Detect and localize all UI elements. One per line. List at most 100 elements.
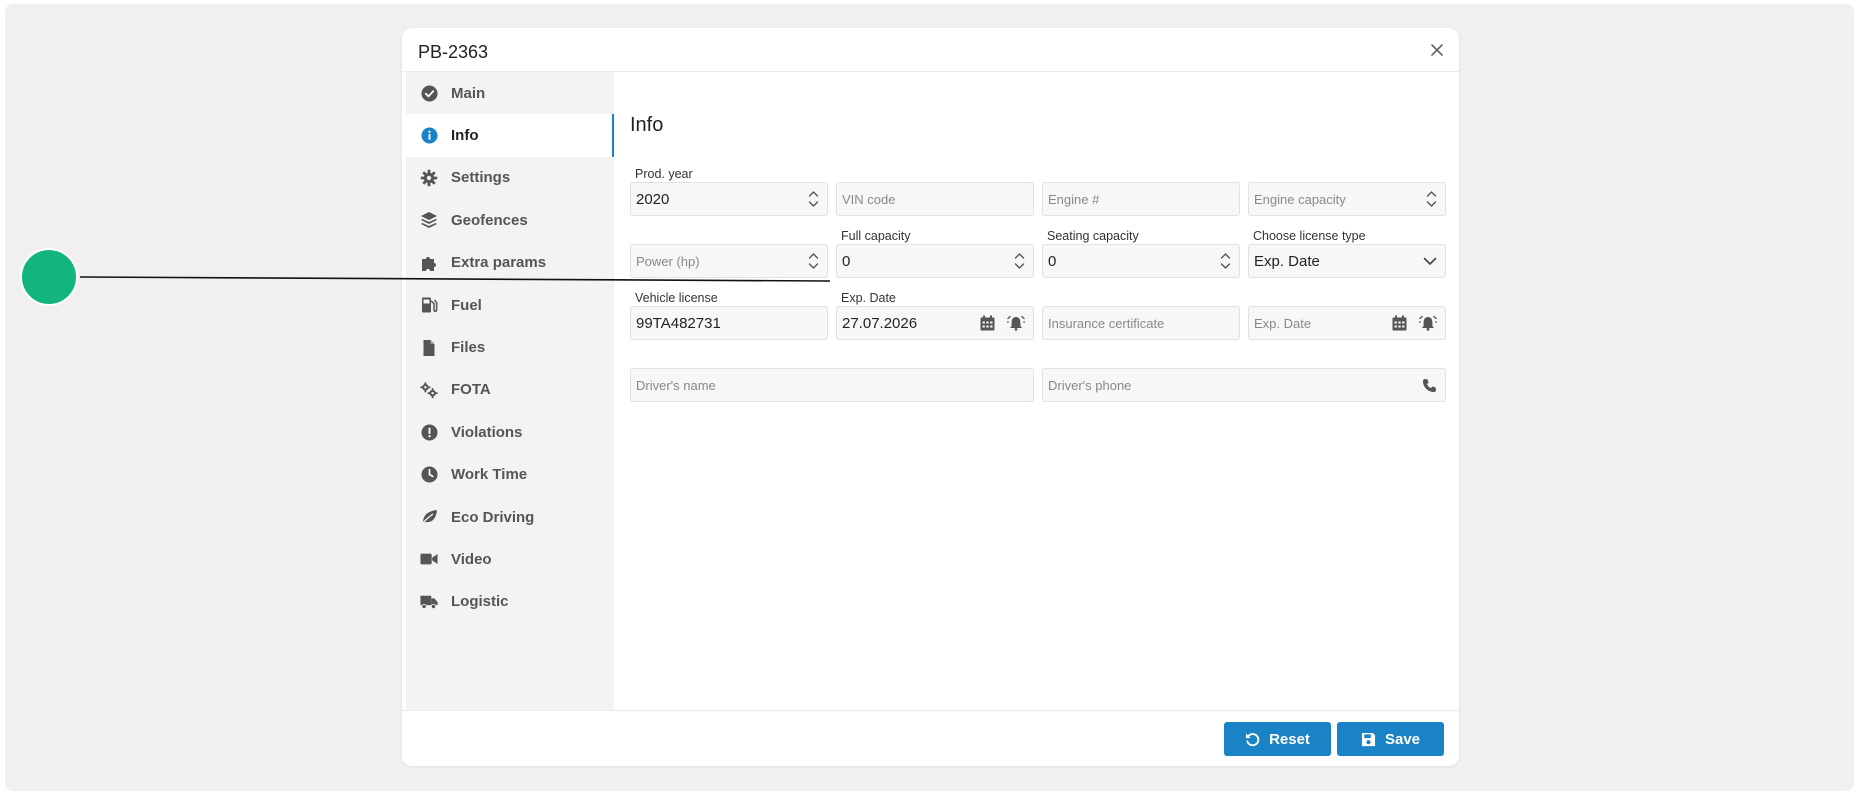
sidebar-item-info[interactable]: Info (406, 114, 614, 158)
sidebar-item-label: Extra params (451, 254, 547, 272)
insurance-exp-date-placeholder: Exp. Date (1254, 315, 1312, 331)
sidebar-item-violations[interactable]: Violations (406, 411, 614, 453)
calendar-icon[interactable] (980, 315, 995, 331)
sidebar-item-extra-params[interactable]: Extra params (406, 242, 614, 284)
stepper-icon[interactable] (808, 252, 819, 270)
sidebar-item-geofences[interactable]: Geofences (406, 199, 614, 241)
insurance-exp-date-input[interactable]: Exp. Date (1248, 306, 1446, 340)
puzzle-icon (420, 254, 438, 272)
leaf-icon (420, 508, 438, 526)
vin-code-placeholder: VIN code (842, 191, 896, 207)
stepper-icon[interactable] (808, 190, 819, 208)
sidebar-item-label: Video (451, 550, 492, 568)
reset-button[interactable]: Reset (1224, 722, 1331, 756)
dialog-footer: Reset Save (402, 710, 1459, 766)
undo-icon (1246, 732, 1260, 746)
license-type-value: Exp. Date (1254, 252, 1320, 270)
full-capacity-value: 0 (842, 252, 851, 270)
file-icon (420, 339, 438, 357)
sidebar-item-label: Settings (451, 169, 511, 187)
seating-capacity-value: 0 (1048, 252, 1057, 270)
seating-capacity-input[interactable]: 0 (1042, 244, 1240, 278)
gears-icon (420, 381, 438, 399)
sidebar-item-label: Eco Driving (451, 508, 535, 526)
phone-icon[interactable] (1422, 378, 1437, 393)
sidebar-item-fota[interactable]: FOTA (406, 369, 614, 411)
fuel-pump-icon (420, 296, 438, 314)
sidebar-item-label: FOTA (451, 381, 491, 399)
clock-icon (420, 466, 438, 484)
engine-number-input[interactable]: Engine # (1042, 182, 1240, 216)
license-type-label: Choose license type (1253, 229, 1366, 243)
close-icon (1431, 44, 1443, 56)
save-button-label: Save (1384, 730, 1421, 748)
save-button[interactable]: Save (1337, 722, 1444, 756)
sidebar-item-video[interactable]: Video (406, 538, 614, 580)
sidebar-item-label: Files (451, 339, 486, 357)
layers-icon (420, 211, 438, 229)
sidebar: Main Info Settings Geofences Extra param… (406, 72, 614, 710)
chevron-down-icon (1423, 257, 1437, 265)
info-icon (420, 127, 438, 145)
dialog-title: PB-2363 (418, 42, 489, 62)
sidebar-item-fuel[interactable]: Fuel (406, 284, 614, 326)
section-title: Info (630, 114, 664, 136)
vehicle-dialog: PB-2363 Main Info Settings Geofences Ext… (402, 28, 1459, 766)
exclamation-icon (420, 423, 438, 441)
license-exp-date-label: Exp. Date (841, 291, 896, 305)
stepper-icon[interactable] (1426, 190, 1437, 208)
seating-capacity-label: Seating capacity (1047, 229, 1139, 243)
sidebar-item-logistic[interactable]: Logistic (406, 581, 614, 623)
prod-year-label: Prod. year (635, 167, 693, 181)
pointer-marker (20, 248, 78, 306)
dialog-header: PB-2363 (402, 28, 1459, 72)
sidebar-item-settings[interactable]: Settings (406, 157, 614, 199)
vehicle-license-input[interactable]: 99TA482731 (630, 306, 828, 340)
stepper-icon[interactable] (1220, 252, 1231, 270)
alarm-bell-icon[interactable] (1007, 315, 1025, 331)
power-placeholder: Power (hp) (636, 253, 700, 269)
truck-icon (420, 593, 438, 611)
full-capacity-label: Full capacity (841, 229, 911, 243)
vehicle-license-label: Vehicle license (635, 291, 718, 305)
prod-year-input[interactable]: 2020 (630, 182, 828, 216)
alarm-bell-icon[interactable] (1419, 315, 1437, 331)
floppy-disk-icon (1361, 732, 1376, 746)
engine-capacity-placeholder: Engine capacity (1254, 191, 1346, 207)
sidebar-item-main[interactable]: Main (406, 72, 614, 114)
sidebar-item-work-time[interactable]: Work Time (406, 454, 614, 496)
license-exp-date-input[interactable]: 27.07.2026 (836, 306, 1034, 340)
sidebar-item-files[interactable]: Files (406, 326, 614, 368)
power-input[interactable]: Power (hp) (630, 244, 828, 278)
engine-number-placeholder: Engine # (1048, 191, 1100, 207)
driver-phone-input[interactable]: Driver's phone (1042, 368, 1446, 402)
sidebar-item-label: Work Time (451, 466, 528, 484)
sidebar-item-label: Info (451, 127, 479, 145)
gear-icon (420, 169, 438, 187)
driver-name-placeholder: Driver's name (636, 377, 716, 393)
sidebar-item-label: Logistic (451, 593, 509, 611)
vehicle-license-value: 99TA482731 (636, 314, 721, 332)
driver-name-input[interactable]: Driver's name (630, 368, 1034, 402)
engine-capacity-input[interactable]: Engine capacity (1248, 182, 1446, 216)
license-exp-date-value: 27.07.2026 (842, 314, 918, 332)
full-capacity-input[interactable]: 0 (836, 244, 1034, 278)
calendar-icon[interactable] (1392, 315, 1407, 331)
sidebar-item-eco-driving[interactable]: Eco Driving (406, 496, 614, 538)
stepper-icon[interactable] (1014, 252, 1025, 270)
insurance-certificate-placeholder: Insurance certificate (1048, 315, 1165, 331)
prod-year-value: 2020 (636, 190, 670, 208)
sidebar-item-label: Geofences (451, 211, 528, 229)
check-circle-icon (420, 84, 438, 102)
reset-button-label: Reset (1269, 730, 1310, 748)
close-button[interactable] (1425, 38, 1449, 62)
insurance-certificate-input[interactable]: Insurance certificate (1042, 306, 1240, 340)
driver-phone-placeholder: Driver's phone (1048, 377, 1132, 393)
vin-code-input[interactable]: VIN code (836, 182, 1034, 216)
sidebar-item-label: Main (451, 84, 486, 102)
sidebar-item-label: Violations (451, 423, 523, 441)
info-panel: Info Prod. year 2020 VIN code Engine # E… (614, 72, 1459, 710)
video-icon (420, 550, 438, 568)
license-type-select[interactable]: Exp. Date (1248, 244, 1446, 278)
sidebar-item-label: Fuel (451, 296, 482, 314)
